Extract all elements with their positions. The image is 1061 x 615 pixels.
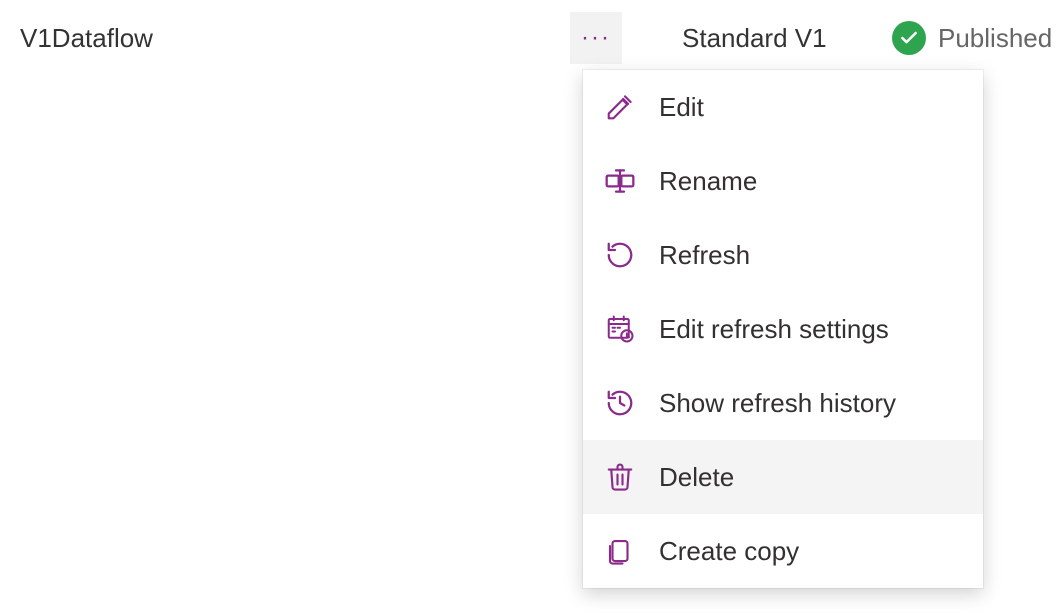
context-menu: Edit Rename Refresh [583,70,983,588]
menu-label: Refresh [659,240,750,271]
copy-icon [603,534,637,568]
menu-item-refresh[interactable]: Refresh [583,218,983,292]
pencil-icon [603,90,637,124]
refresh-icon [603,238,637,272]
history-icon [603,386,637,420]
status-label: Published [938,23,1052,54]
dataflow-row: V1Dataflow ··· Standard V1 Published [0,0,1061,76]
rename-icon [603,164,637,198]
menu-label: Edit [659,92,704,123]
menu-label: Show refresh history [659,388,896,419]
dataflow-type: Standard V1 [622,23,892,54]
menu-label: Create copy [659,536,799,567]
dataflow-status: Published [892,21,1052,55]
menu-item-create-copy[interactable]: Create copy [583,514,983,588]
menu-item-edit-refresh-settings[interactable]: Edit refresh settings [583,292,983,366]
trash-icon [603,460,637,494]
menu-item-delete[interactable]: Delete [583,440,983,514]
menu-item-rename[interactable]: Rename [583,144,983,218]
menu-label: Edit refresh settings [659,314,889,345]
check-circle-icon [892,21,926,55]
menu-label: Delete [659,462,734,493]
more-options-button[interactable]: ··· [570,12,622,64]
menu-item-edit[interactable]: Edit [583,70,983,144]
menu-item-show-refresh-history[interactable]: Show refresh history [583,366,983,440]
dataflow-name[interactable]: V1Dataflow [16,23,570,54]
menu-label: Rename [659,166,757,197]
more-icon: ··· [581,24,611,52]
calendar-clock-icon [603,312,637,346]
